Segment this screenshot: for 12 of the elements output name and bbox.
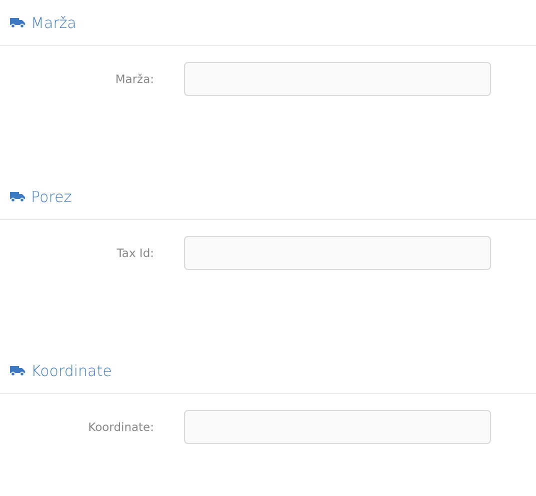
input-field[interactable] (184, 236, 491, 270)
truck-icon (10, 17, 25, 28)
input-field[interactable] (184, 410, 491, 444)
section-title: Koordinate (31, 362, 112, 380)
truck-icon (10, 191, 25, 202)
input-field[interactable] (184, 62, 491, 96)
field-label: Marža: (114, 72, 154, 86)
section-title: Porez (31, 188, 72, 206)
field-label: Koordinate: (87, 420, 154, 434)
truck-icon (10, 365, 25, 376)
section-title: Marža (31, 14, 76, 32)
field-label: Tax Id: (116, 246, 154, 260)
